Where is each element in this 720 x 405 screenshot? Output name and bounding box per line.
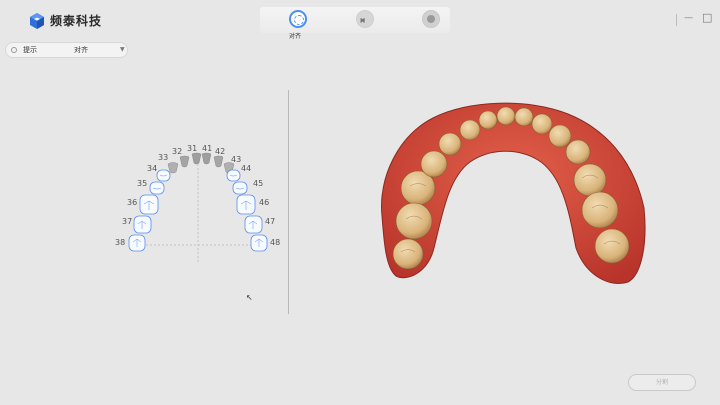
tooth-number-48: 48: [270, 238, 280, 247]
tooth-37-icon[interactable]: [133, 215, 152, 234]
tooth-32-icon[interactable]: [179, 155, 190, 168]
tooth-34-icon[interactable]: [156, 169, 171, 182]
step-align-icon[interactable]: [289, 10, 307, 28]
tooth-number-46: 46: [259, 198, 269, 207]
tooth-number-37: 37: [122, 217, 132, 226]
window-separator: [676, 14, 677, 26]
hint-value: 对齐: [74, 46, 88, 54]
tooth-number-35: 35: [137, 179, 147, 188]
tooth-42-icon[interactable]: [213, 155, 224, 168]
cube-logo-icon: [30, 13, 44, 29]
tooth-45-icon[interactable]: [232, 181, 248, 195]
tooth-35-icon[interactable]: [149, 181, 165, 195]
jaw-scan-model[interactable]: [378, 98, 650, 290]
tooth-44-icon[interactable]: [226, 169, 241, 182]
tooth-31-icon[interactable]: [191, 152, 202, 165]
brand-name: 频泰科技: [50, 14, 103, 28]
tooth-number-43: 43: [231, 155, 241, 164]
step-align-label: 对齐: [289, 33, 302, 40]
minimize-icon[interactable]: —: [684, 13, 693, 23]
hint-label: 提示: [23, 46, 37, 54]
tooth-number-36: 36: [127, 198, 137, 207]
tooth-number-34: 34: [147, 164, 157, 173]
close-icon[interactable]: □: [702, 11, 712, 24]
tooth-number-44: 44: [241, 164, 251, 173]
tooth-chart: 31 32 33 34 35 36 37 38 41 42 43 44 45 4…: [115, 144, 280, 264]
step-dot-icon[interactable]: [422, 10, 440, 28]
tooth-number-38: 38: [115, 238, 125, 247]
mouse-cursor-icon: ↖: [246, 293, 253, 302]
next-button[interactable]: 分割: [628, 374, 696, 391]
view-divider: [288, 90, 289, 314]
step-teeth-icon[interactable]: ◗◖: [356, 10, 374, 28]
tooth-number-45: 45: [253, 179, 263, 188]
hint-dropdown[interactable]: 提示 对齐 ▼: [5, 42, 128, 58]
tooth-41-icon[interactable]: [201, 152, 212, 165]
tooth-47-icon[interactable]: [244, 215, 263, 234]
tooth-number-33: 33: [158, 153, 168, 162]
tooth-number-42: 42: [215, 147, 225, 156]
step-progress: ◗◖: [260, 7, 450, 33]
tooth-number-47: 47: [265, 217, 275, 226]
info-icon: [11, 47, 17, 53]
tooth-number-41: 41: [202, 144, 212, 153]
chevron-down-icon: ▼: [120, 46, 125, 53]
title-bar: 频泰科技 ◗◖ 对齐 — □: [0, 0, 720, 40]
tooth-number-32: 32: [172, 147, 182, 156]
tooth-number-31: 31: [187, 144, 197, 153]
tooth-33-icon[interactable]: [167, 162, 179, 174]
